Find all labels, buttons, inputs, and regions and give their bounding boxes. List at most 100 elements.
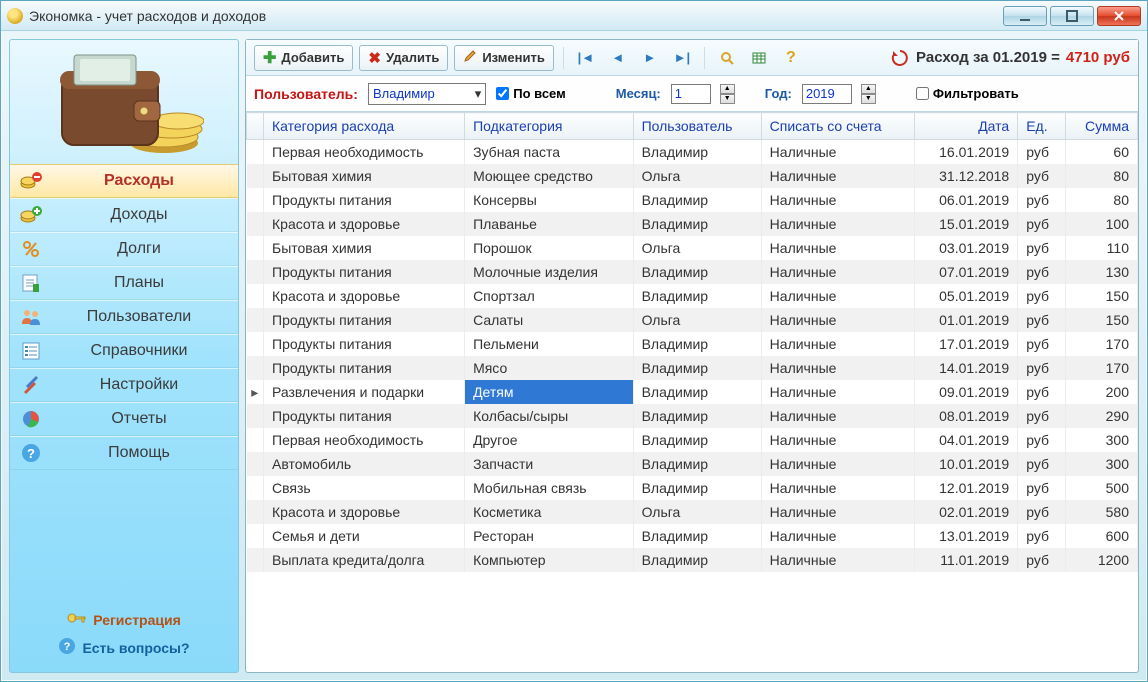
col-category[interactable]: Категория расхода — [264, 113, 465, 140]
table-row[interactable]: Красота и здоровьеПлаваньеВладимирНаличн… — [247, 212, 1138, 236]
cell-sum: 80 — [1065, 188, 1138, 212]
cell-user: Владимир — [633, 452, 761, 476]
col-account[interactable]: Списать со счета — [761, 113, 914, 140]
cell-category: Связь — [264, 476, 465, 500]
cell-unit: руб — [1018, 356, 1065, 380]
delete-button[interactable]: ✖ Удалить — [359, 45, 448, 71]
table-row[interactable]: Продукты питанияСалатыОльгаНаличные01.01… — [247, 308, 1138, 332]
cell-category: Выплата кредита/долга — [264, 548, 465, 572]
refresh-icon[interactable] — [890, 48, 910, 68]
table-row[interactable]: СвязьМобильная связьВладимирНаличные12.0… — [247, 476, 1138, 500]
sidebar-item-label: Пользователи — [50, 308, 228, 326]
list-icon — [20, 340, 42, 362]
edit-button[interactable]: Изменить — [454, 45, 554, 71]
col-subcategory[interactable]: Подкатегория — [465, 113, 634, 140]
cell-subcategory: Консервы — [465, 188, 634, 212]
sidebar-item-income[interactable]: Доходы — [10, 198, 238, 232]
table-row[interactable]: АвтомобильЗапчастиВладимирНаличные10.01.… — [247, 452, 1138, 476]
cell-date: 02.01.2019 — [914, 500, 1017, 524]
table-row[interactable]: Семья и детиРесторанВладимирНаличные13.0… — [247, 524, 1138, 548]
nav-next-button[interactable]: ► — [637, 45, 663, 71]
excel-button[interactable] — [746, 45, 772, 71]
col-unit[interactable]: Ед. — [1018, 113, 1065, 140]
cell-account: Наличные — [761, 140, 914, 165]
table-row[interactable]: Выплата кредита/долгаКомпьютерВладимирНа… — [247, 548, 1138, 572]
table-row[interactable]: Продукты питанияКонсервыВладимирНаличные… — [247, 188, 1138, 212]
col-sum[interactable]: Сумма — [1065, 113, 1138, 140]
month-spin[interactable]: ▲▼ — [720, 84, 735, 104]
help-toolbar-button[interactable]: ? — [778, 45, 804, 71]
sidebar-item-references[interactable]: Справочники — [10, 334, 238, 368]
sidebar-item-help[interactable]: ? Помощь — [10, 436, 238, 470]
table-row[interactable]: Продукты питанияПельмениВладимирНаличные… — [247, 332, 1138, 356]
separator — [704, 47, 705, 69]
table-row[interactable]: Первая необходимостьЗубная пастаВладимир… — [247, 140, 1138, 165]
year-input[interactable] — [802, 84, 852, 104]
table-row[interactable]: Красота и здоровьеКосметикаОльгаНаличные… — [247, 500, 1138, 524]
cell-user: Владимир — [633, 404, 761, 428]
table-row[interactable]: Бытовая химияПорошокОльгаНаличные03.01.2… — [247, 236, 1138, 260]
maximize-button[interactable] — [1050, 6, 1094, 26]
svg-text:?: ? — [64, 641, 71, 653]
cross-icon: ✖ — [368, 49, 381, 67]
minimize-button[interactable] — [1003, 6, 1047, 26]
filter-checkbox[interactable]: Фильтровать — [916, 86, 1019, 101]
nav-last-button[interactable]: ►| — [669, 45, 695, 71]
cell-subcategory: Косметика — [465, 500, 634, 524]
cell-user: Владимир — [633, 140, 761, 165]
cell-subcategory: Мясо — [465, 356, 634, 380]
cell-date: 14.01.2019 — [914, 356, 1017, 380]
sidebar-item-users[interactable]: Пользователи — [10, 300, 238, 334]
all-users-checkbox[interactable]: По всем — [496, 86, 565, 101]
col-user[interactable]: Пользователь — [633, 113, 761, 140]
table-row[interactable]: ▸Развлечения и подаркиДетямВладимирНалич… — [247, 380, 1138, 404]
table-row[interactable]: Продукты питанияКолбасы/сырыВладимирНали… — [247, 404, 1138, 428]
cell-account: Наличные — [761, 380, 914, 404]
sidebar-item-expenses[interactable]: Расходы — [10, 164, 238, 198]
close-button[interactable] — [1097, 6, 1141, 26]
month-input[interactable] — [671, 84, 711, 104]
filter-check-input[interactable] — [916, 87, 929, 100]
table-row[interactable]: Первая необходимостьДругоеВладимирНаличн… — [247, 428, 1138, 452]
cell-category: Бытовая химия — [264, 236, 465, 260]
sidebar-item-settings[interactable]: Настройки — [10, 368, 238, 402]
registration-link[interactable]: Регистрация — [67, 610, 181, 629]
all-users-check-input[interactable] — [496, 87, 509, 100]
table-row[interactable]: Продукты питанияМолочные изделияВладимир… — [247, 260, 1138, 284]
user-select[interactable]: Владимир ▾ — [368, 83, 486, 105]
cell-subcategory: Колбасы/сыры — [465, 404, 634, 428]
table-row[interactable]: Продукты питанияМясоВладимирНаличные14.0… — [247, 356, 1138, 380]
cell-account: Наличные — [761, 476, 914, 500]
table-scroll[interactable]: Категория расхода Подкатегория Пользоват… — [246, 112, 1138, 672]
cell-unit: руб — [1018, 428, 1065, 452]
search-button[interactable] — [714, 45, 740, 71]
cell-subcategory: Пельмени — [465, 332, 634, 356]
sidebar-item-plans[interactable]: Планы — [10, 266, 238, 300]
year-spin[interactable]: ▲▼ — [861, 84, 876, 104]
cell-category: Продукты питания — [264, 356, 465, 380]
cell-account: Наличные — [761, 164, 914, 188]
questions-link[interactable]: ? Есть вопросы? — [58, 637, 189, 658]
cell-subcategory: Моющее средство — [465, 164, 634, 188]
cell-user: Владимир — [633, 188, 761, 212]
table-row[interactable]: Красота и здоровьеСпортзалВладимирНаличн… — [247, 284, 1138, 308]
row-marker — [247, 356, 264, 380]
cell-unit: руб — [1018, 548, 1065, 572]
nav-first-button[interactable]: |◄ — [573, 45, 599, 71]
sidebar: Расходы Доходы Долги Планы Пользователи — [9, 39, 239, 673]
add-button[interactable]: ✚ Добавить — [254, 45, 353, 71]
nav-prev-button[interactable]: ◄ — [605, 45, 631, 71]
cell-sum: 170 — [1065, 356, 1138, 380]
cell-account: Наличные — [761, 356, 914, 380]
table-row[interactable]: Бытовая химияМоющее средствоОльгаНаличны… — [247, 164, 1138, 188]
row-marker — [247, 452, 264, 476]
cell-account: Наличные — [761, 260, 914, 284]
cell-user: Владимир — [633, 380, 761, 404]
user-filter-label: Пользователь: — [254, 86, 358, 102]
cell-user: Владимир — [633, 332, 761, 356]
sidebar-item-debts[interactable]: Долги — [10, 232, 238, 266]
sidebar-item-reports[interactable]: Отчеты — [10, 402, 238, 436]
question-icon: ? — [58, 637, 76, 658]
cell-unit: руб — [1018, 380, 1065, 404]
col-date[interactable]: Дата — [914, 113, 1017, 140]
